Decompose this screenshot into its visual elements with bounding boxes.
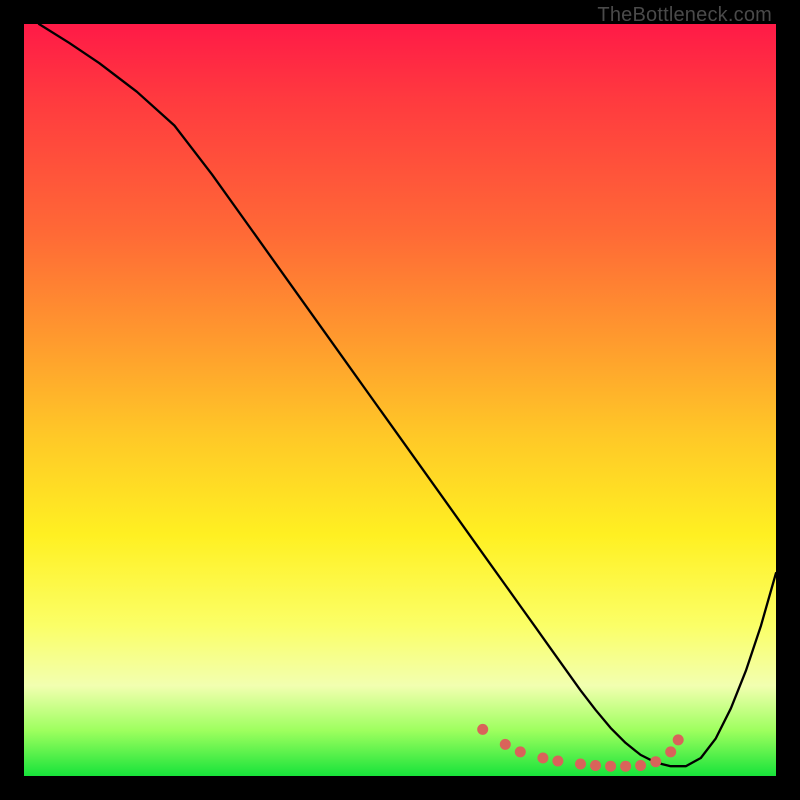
plot-area [24, 24, 776, 776]
curve-markers [477, 724, 684, 772]
curve-line [39, 24, 776, 766]
chart-svg [24, 24, 776, 776]
chart-frame: TheBottleneck.com [0, 0, 800, 800]
